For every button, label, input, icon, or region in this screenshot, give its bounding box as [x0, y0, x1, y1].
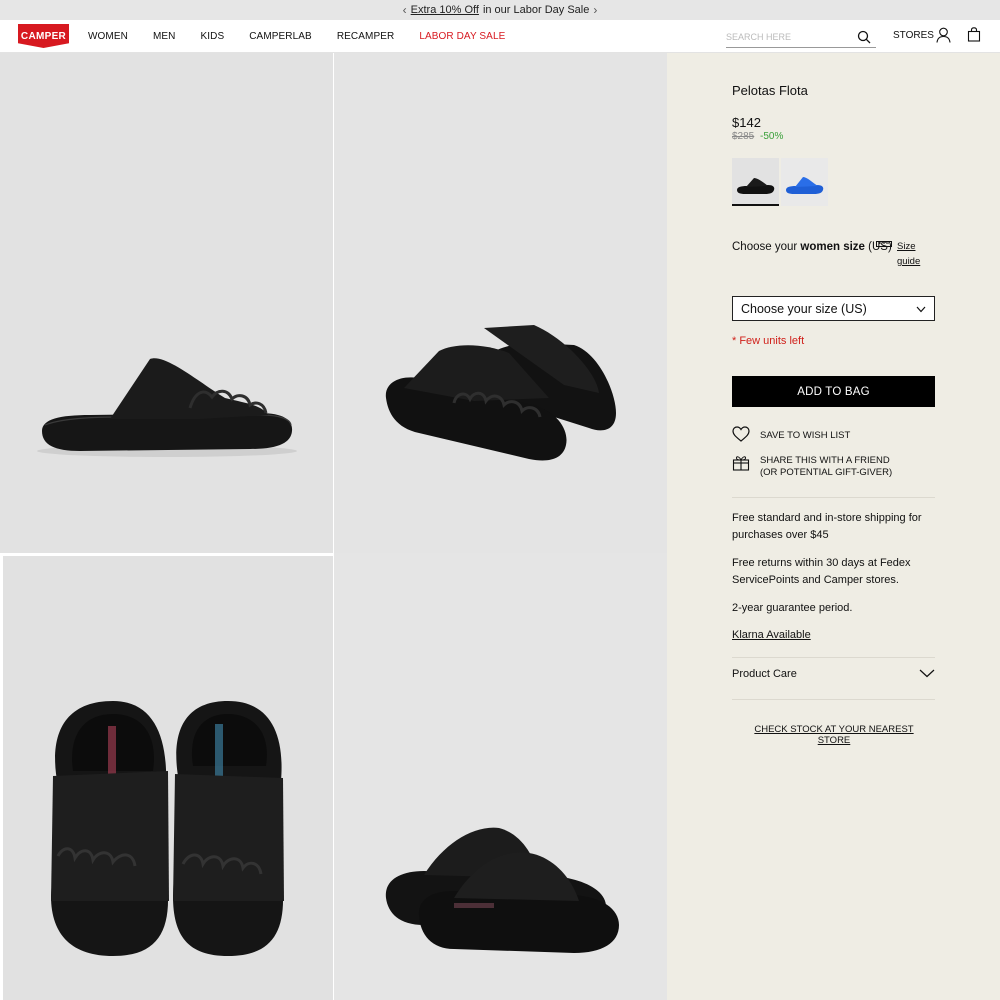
- promo-bar: ‹ Extra 10% Off in our Labor Day Sale ›: [0, 0, 1000, 20]
- guarantee-info: 2-year guarantee period.: [732, 602, 853, 614]
- product-image-back[interactable]: [334, 553, 667, 1000]
- size-label-bold: women size: [800, 241, 865, 253]
- promo-text: in our Labor Day Sale: [482, 4, 590, 16]
- klarna-link[interactable]: Klarna Available: [732, 629, 935, 641]
- size-guide-text[interactable]: Size guide: [897, 239, 927, 269]
- product-price: $142: [732, 115, 761, 130]
- product-care-label: Product Care: [732, 668, 797, 680]
- main-nav: WOMEN MEN KIDS CAMPERLAB RECAMPER LABOR …: [88, 31, 530, 42]
- divider: [732, 657, 935, 658]
- nav-kids[interactable]: KIDS: [200, 31, 224, 42]
- divider: [732, 699, 935, 700]
- ruler-icon: [876, 239, 892, 269]
- nav-women[interactable]: WOMEN: [88, 31, 128, 42]
- share-line-1: SHARE THIS WITH A FRIEND: [760, 455, 890, 466]
- nav-men[interactable]: MEN: [153, 31, 176, 42]
- heart-icon: [732, 426, 750, 445]
- nav-camperlab[interactable]: CAMPERLAB: [249, 31, 312, 42]
- user-icon[interactable]: [936, 27, 951, 48]
- color-swatches: [732, 158, 935, 206]
- price-history: $285 -50%: [732, 131, 935, 142]
- product-image-three-quarter[interactable]: [334, 53, 667, 553]
- size-select-value: Choose your size (US): [741, 301, 867, 316]
- share-label: SHARE THIS WITH A FRIEND (OR POTENTIAL G…: [760, 455, 892, 478]
- wish-list-button[interactable]: SAVE TO WISH LIST: [732, 426, 935, 445]
- chevron-left-icon[interactable]: ‹: [403, 3, 407, 17]
- stores-link[interactable]: STORES: [893, 30, 934, 41]
- product-gallery: [0, 53, 667, 1000]
- product-panel: Pelotas Flota $142 $285 -50% Choose your…: [667, 53, 1000, 1000]
- product-image-top[interactable]: [0, 553, 333, 1000]
- search-icon[interactable]: [857, 30, 871, 49]
- product-title: Pelotas Flota: [732, 83, 808, 98]
- chevron-down-icon: [916, 302, 926, 316]
- chevron-down-icon: [919, 668, 935, 681]
- search-input[interactable]: [726, 31, 851, 42]
- add-to-bag-button[interactable]: ADD TO BAG: [732, 376, 935, 407]
- color-swatch-blue[interactable]: [781, 158, 828, 206]
- color-swatch-black[interactable]: [732, 158, 779, 206]
- stock-warning: * Few units left: [732, 335, 805, 347]
- size-select[interactable]: Choose your size (US): [732, 296, 935, 321]
- search-box: [726, 26, 876, 48]
- returns-info: Free returns within 30 days at Fedex Ser…: [732, 557, 911, 586]
- divider: [732, 497, 935, 498]
- wish-list-label: SAVE TO WISH LIST: [760, 430, 851, 441]
- promo-link[interactable]: Extra 10% Off: [411, 4, 479, 16]
- product-care-accordion[interactable]: Product Care: [732, 668, 935, 681]
- share-line-2: (OR POTENTIAL GIFT-GIVER): [760, 466, 893, 478]
- discount-badge: -50%: [760, 131, 784, 142]
- camper-logo[interactable]: CAMPER: [18, 24, 69, 48]
- product-image-side[interactable]: [0, 53, 333, 553]
- site-header: CAMPER WOMEN MEN KIDS CAMPERLAB RECAMPER…: [0, 20, 1000, 53]
- check-stock-link[interactable]: CHECK STOCK AT YOUR NEAREST STORE: [739, 724, 929, 746]
- shipping-info: Free standard and in-store shipping for …: [732, 512, 922, 541]
- share-gift-button[interactable]: SHARE THIS WITH A FRIEND (OR POTENTIAL G…: [732, 455, 935, 478]
- nav-labor-day-sale[interactable]: LABOR DAY SALE: [419, 31, 505, 42]
- nav-recamper[interactable]: RECAMPER: [337, 31, 394, 42]
- bag-icon[interactable]: [967, 27, 981, 47]
- size-label-prefix: Choose your: [732, 241, 801, 253]
- old-price: $285: [732, 131, 755, 142]
- chevron-right-icon[interactable]: ›: [593, 3, 597, 17]
- size-guide-link[interactable]: Size guide: [876, 239, 927, 269]
- gift-icon: [732, 455, 750, 475]
